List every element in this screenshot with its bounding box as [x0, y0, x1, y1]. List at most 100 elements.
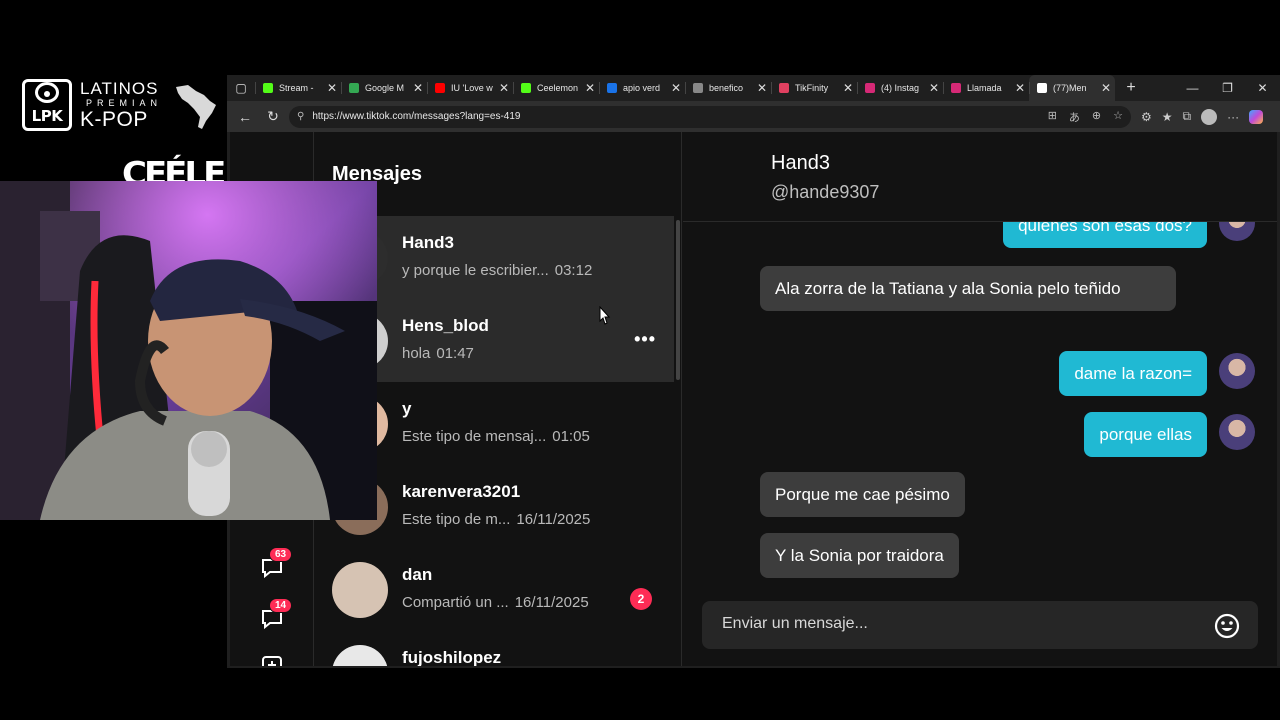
conversation-preview-text: Este tipo de m...	[402, 511, 511, 528]
conversation-preview: Este tipo de mensaj... 01:05	[402, 428, 590, 445]
conversation-time: 16/11/2025	[516, 511, 591, 528]
conversation-avatar[interactable]	[332, 645, 388, 666]
message-input[interactable]	[722, 615, 1192, 633]
received-message-bubble[interactable]: Y la Sonia por traidora	[760, 533, 959, 578]
messages-nav-item[interactable]: 14	[260, 598, 293, 632]
tab-close-icon[interactable]: ✕	[1015, 81, 1025, 95]
extensions-icon[interactable]: ⚙	[1141, 110, 1152, 124]
tab-close-icon[interactable]: ✕	[327, 81, 337, 95]
conversation-preview-text: y porque le escribier...	[402, 262, 549, 279]
conversation-item[interactable]: fujoshilopez	[314, 631, 674, 666]
tab-close-icon[interactable]: ✕	[585, 81, 595, 95]
chat-header: Hand3 @hande9307	[683, 132, 1277, 222]
favorites-icon[interactable]: ★	[1162, 110, 1173, 124]
profile-avatar[interactable]	[1201, 108, 1218, 125]
conversation-more-icon[interactable]: •••	[634, 329, 656, 350]
screen: LPK LATINOS PREMIAN K-POP CEÉLE ▢ Stream…	[0, 0, 1280, 720]
tab-title[interactable]: Google M	[365, 83, 407, 93]
conversation-list-scrollbar[interactable]	[676, 220, 680, 380]
conversation-name: y	[402, 399, 412, 418]
tab-title[interactable]: (4) Instag	[881, 83, 923, 93]
mouse-cursor-icon	[599, 306, 611, 325]
logo-line-2: PREMIAN	[86, 98, 163, 108]
conversation-name: fujoshilopez	[402, 648, 502, 666]
tab-title[interactable]: benefico	[709, 83, 751, 93]
tab-title[interactable]: apio verd	[623, 83, 665, 93]
address-bar-row: ← ↻ ⚲ https://www.tiktok.com/messages?la…	[227, 101, 1280, 132]
activity-nav-item[interactable]: 63	[260, 547, 293, 581]
my-avatar[interactable]	[1219, 353, 1255, 389]
minimize-icon[interactable]: —	[1175, 81, 1210, 95]
tab-title[interactable]: TikFinity	[795, 83, 837, 93]
collections-icon[interactable]: ⧉	[1183, 109, 1192, 124]
conversation-avatar[interactable]	[332, 562, 388, 618]
logo-line-3: K-POP	[80, 108, 148, 131]
tab-title[interactable]: Stream -	[279, 83, 321, 93]
conversation-time: 01:47	[436, 345, 474, 362]
tab-close-icon[interactable]: ✕	[1101, 81, 1111, 95]
browser-tab[interactable]: TikFinity ✕	[771, 75, 857, 101]
chat-contact-name[interactable]: Hand3	[771, 152, 830, 175]
tab-title[interactable]: Ceelemon	[537, 83, 579, 93]
new-tab-button[interactable]: +	[1119, 79, 1143, 97]
browser-tab[interactable]: Ceelemon ✕	[513, 75, 599, 101]
tab-close-icon[interactable]: ✕	[929, 81, 939, 95]
upload-nav-item[interactable]	[260, 654, 286, 666]
sent-message-bubble[interactable]: dame la razon=	[1059, 351, 1207, 396]
tab-title[interactable]: IU 'Love w	[451, 83, 493, 93]
received-message-bubble[interactable]: Porque me cae pésimo	[760, 472, 965, 517]
emoji-icon[interactable]	[1214, 613, 1240, 639]
tab-close-icon[interactable]: ✕	[757, 81, 767, 95]
upload-icon	[262, 656, 282, 666]
browser-tab[interactable]: Llamada ✕	[943, 75, 1029, 101]
browser-tab[interactable]: benefico ✕	[685, 75, 771, 101]
tab-title[interactable]: Llamada	[967, 83, 1009, 93]
chat-panel: Hand3 @hande9307 quienes son esas dos? Al…	[683, 132, 1277, 666]
browser-toolbar: ⚙ ★ ⧉ ···	[1141, 108, 1264, 125]
sent-message-bubble[interactable]: porque ellas	[1084, 412, 1207, 457]
close-window-icon[interactable]: ✕	[1245, 81, 1280, 95]
tiktok-icon	[1037, 83, 1047, 93]
tikfinity-icon	[779, 83, 789, 93]
url-text[interactable]: https://www.tiktok.com/messages?lang=es-…	[312, 111, 520, 122]
zoom-icon[interactable]: ⊕	[1092, 109, 1101, 125]
lpk-badge: LPK	[22, 79, 72, 131]
browser-tab[interactable]: apio verd ✕	[599, 75, 685, 101]
my-avatar[interactable]	[1219, 414, 1255, 450]
kick-icon	[521, 83, 531, 93]
lpk-wordmark: LATINOS PREMIAN K-POP	[80, 80, 162, 130]
reload-icon[interactable]: ↻	[261, 108, 285, 125]
site-info-icon[interactable]: ⚲	[297, 111, 304, 122]
message-composer	[702, 601, 1258, 649]
tab-strip: Stream - ✕ Google M ✕ IU 'Love w ✕ Ceelemon ✕ ap…	[255, 75, 1115, 101]
browser-tab[interactable]: IU 'Love w ✕	[427, 75, 513, 101]
favorite-star-icon[interactable]: ☆	[1113, 109, 1123, 125]
browser-tab[interactable]: (4) Instag ✕	[857, 75, 943, 101]
tab-close-icon[interactable]: ✕	[499, 81, 509, 95]
conversation-preview: Este tipo de m... 16/11/2025	[402, 511, 590, 528]
restore-icon[interactable]: ❐	[1210, 81, 1245, 95]
conversation-preview: hola 01:47	[402, 345, 474, 362]
window-controls: — ❐ ✕	[1175, 81, 1280, 95]
conversation-name: dan	[402, 565, 433, 584]
app-available-icon[interactable]: ⊞	[1048, 109, 1057, 125]
browser-tab[interactable]: (77)Men ✕	[1029, 75, 1115, 101]
tab-close-icon[interactable]: ✕	[413, 81, 423, 95]
url-field[interactable]: ⚲ https://www.tiktok.com/messages?lang=e…	[289, 105, 1131, 128]
tiktok-messages-page: 63 14 Mensajes Hand3 y porque le escribie…	[230, 132, 1277, 666]
tab-close-icon[interactable]: ✕	[671, 81, 681, 95]
tab-close-icon[interactable]: ✕	[843, 81, 853, 95]
copilot-icon[interactable]	[1249, 109, 1264, 124]
translate-icon[interactable]: あ	[1069, 109, 1080, 125]
google-icon	[349, 83, 359, 93]
chat-contact-handle[interactable]: @hande9307	[771, 182, 879, 203]
search-icon	[607, 83, 617, 93]
browser-tab[interactable]: Stream - ✕	[255, 75, 341, 101]
tab-title[interactable]: (77)Men	[1053, 83, 1095, 93]
conversation-item[interactable]: dan Compartió un ... 16/11/2025 2	[314, 548, 674, 631]
more-menu-icon[interactable]: ···	[1227, 110, 1239, 124]
back-icon[interactable]: ←	[233, 109, 257, 125]
browser-tab[interactable]: Google M ✕	[341, 75, 427, 101]
received-message-bubble[interactable]: Ala zorra de la Tatiana y ala Sonia pelo…	[760, 266, 1176, 311]
tab-actions-icon[interactable]: ▢	[227, 75, 255, 101]
